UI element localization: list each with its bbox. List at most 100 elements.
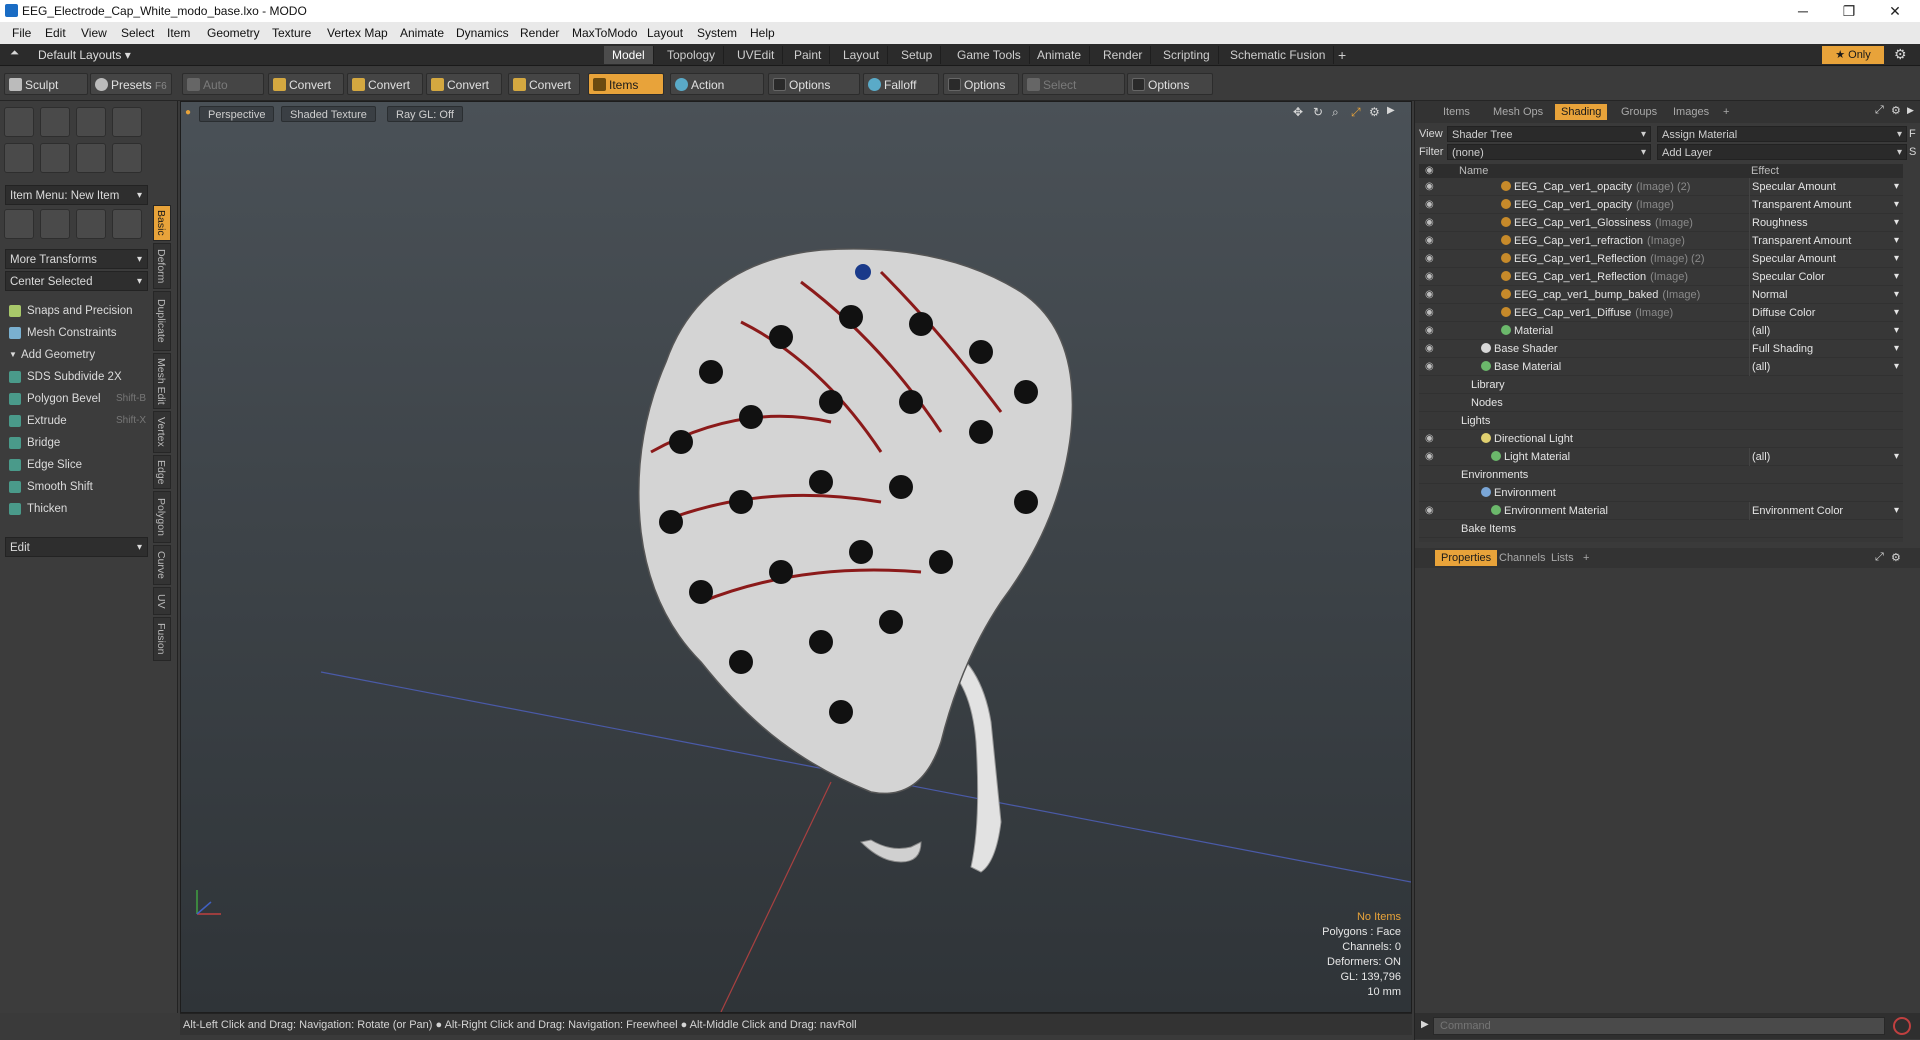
default-layouts-dropdown[interactable]: Default Layouts ▾ <box>38 48 131 62</box>
more-transforms-dropdown[interactable]: More Transforms <box>5 249 148 270</box>
visibility-eye-icon[interactable]: ◉ <box>1425 502 1437 520</box>
visibility-eye-icon[interactable]: ◉ <box>1425 268 1437 286</box>
add-layout-tab-button[interactable]: + <box>1330 46 1354 64</box>
expand-icon[interactable]: ⤢ <box>1875 104 1884 117</box>
add-geometry-section[interactable]: ▼ Add Geometry <box>5 345 148 365</box>
tab-images[interactable]: Images <box>1667 104 1715 120</box>
globe-icon[interactable] <box>76 209 106 239</box>
f-key-button[interactable]: F <box>1909 128 1916 140</box>
convert-items-button[interactable]: Convert <box>508 73 580 95</box>
select-options-button[interactable]: Options <box>1127 73 1213 95</box>
effect-column-header[interactable]: Effect <box>1751 164 1779 178</box>
menu-maxtomodo[interactable]: MaxToModo <box>572 26 637 40</box>
shader-tree-row[interactable]: ◉ Directional Light <box>1419 430 1903 448</box>
name-column-header[interactable]: Name <box>1459 164 1488 178</box>
visibility-eye-icon[interactable]: ◉ <box>1425 250 1437 268</box>
visibility-eye-icon[interactable]: ◉ <box>1425 358 1437 376</box>
panel-gear-icon[interactable]: ⚙ <box>1891 104 1901 117</box>
record-icon[interactable] <box>1893 1017 1911 1035</box>
visibility-eye-icon[interactable]: ◉ <box>1425 322 1437 340</box>
items-mode-button[interactable]: Items <box>588 73 664 95</box>
visibility-eye-icon[interactable]: ◉ <box>1425 448 1437 466</box>
tab-channels[interactable]: Channels <box>1493 550 1551 566</box>
presets-button[interactable]: Presets F6 <box>90 73 172 95</box>
tab-animate[interactable]: Animate <box>1029 46 1091 64</box>
vtab-basic[interactable]: Basic <box>153 205 171 241</box>
falloff-button[interactable]: Falloff <box>863 73 939 95</box>
tab-properties[interactable]: Properties <box>1435 550 1498 566</box>
menu-render[interactable]: Render <box>520 26 559 40</box>
bridge-button[interactable]: Bridge <box>5 433 148 453</box>
tab-items[interactable]: Items <box>1437 104 1476 120</box>
shader-tree-row[interactable]: Lights <box>1419 412 1903 430</box>
sds-subdivide-button[interactable]: SDS Subdivide 2X <box>5 367 148 387</box>
layer-effect-dropdown[interactable]: Transparent Amount <box>1749 196 1903 214</box>
shader-tree-row[interactable]: ◉ Base Shader Full Shading <box>1419 340 1903 358</box>
visibility-eye-icon[interactable]: ◉ <box>1425 214 1437 232</box>
snaps-precision-button[interactable]: Snaps and Precision <box>5 301 148 321</box>
panel-gear-icon[interactable]: ⚙ <box>1891 551 1901 564</box>
vtab-mesh-edit[interactable]: Mesh Edit <box>153 353 171 409</box>
command-input[interactable] <box>1433 1017 1885 1035</box>
tab-render[interactable]: Render <box>1095 46 1152 64</box>
tab-shading[interactable]: Shading <box>1555 104 1608 120</box>
add-bottom-tab-button[interactable]: + <box>1577 550 1595 566</box>
visibility-eye-icon[interactable]: ◉ <box>1425 178 1437 196</box>
panel-arrow-icon[interactable]: ▶ <box>1907 105 1914 116</box>
tab-lists[interactable]: Lists <box>1545 550 1580 566</box>
shader-tree-row[interactable]: Environments <box>1419 466 1903 484</box>
maximize-button[interactable]: ❐ <box>1826 0 1872 22</box>
sculpt-button[interactable]: Sculpt <box>4 73 88 95</box>
convert-polygons-button[interactable]: Convert <box>426 73 502 95</box>
vtab-polygon[interactable]: Polygon <box>153 491 171 543</box>
layer-effect-dropdown[interactable]: (all) <box>1749 358 1903 376</box>
shader-tree-row[interactable]: ◉ Base Material (all) <box>1419 358 1903 376</box>
only-toggle[interactable]: ★ Only <box>1822 46 1884 64</box>
edge-slice-button[interactable]: Edge Slice <box>5 455 148 475</box>
visibility-eye-icon[interactable]: ◉ <box>1425 196 1437 214</box>
visibility-eye-icon[interactable]: ◉ <box>1425 430 1437 448</box>
expand-icon[interactable]: ⤢ <box>1875 551 1884 564</box>
menu-dynamics[interactable]: Dynamics <box>456 26 509 40</box>
tab-layout[interactable]: Layout <box>835 46 889 64</box>
sphere-primitive-icon[interactable] <box>40 107 70 137</box>
shader-tree-row[interactable]: ◉ EEG_Cap_ver1_Reflection (Image) (2) Specu… <box>1419 250 1903 268</box>
menu-help[interactable]: Help <box>750 26 775 40</box>
tab-model[interactable]: Model <box>604 46 654 64</box>
vtab-duplicate[interactable]: Duplicate <box>153 291 171 351</box>
grid-icon[interactable] <box>40 209 70 239</box>
shader-tree-row[interactable]: ◉ EEG_Cap_ver1_opacity (Image) Transparent … <box>1419 196 1903 214</box>
menu-animate[interactable]: Animate <box>400 26 444 40</box>
tab-topology[interactable]: Topology <box>659 46 725 64</box>
shader-tree-row[interactable]: ◉ EEG_Cap_ver1_Reflection (Image) Specular … <box>1419 268 1903 286</box>
tab-scripting[interactable]: Scripting <box>1155 46 1219 64</box>
vtab-uv[interactable]: UV <box>153 587 171 615</box>
tab-uvedit[interactable]: UVEdit <box>729 46 784 64</box>
action-center-options-button[interactable]: Options <box>768 73 860 95</box>
vtab-edge[interactable]: Edge <box>153 455 171 489</box>
menu-texture[interactable]: Texture <box>272 26 311 40</box>
layer-effect-dropdown[interactable]: Transparent Amount <box>1749 232 1903 250</box>
layer-effect-dropdown[interactable]: (all) <box>1749 322 1903 340</box>
menu-edit[interactable]: Edit <box>45 26 66 40</box>
vtab-fusion[interactable]: Fusion <box>153 617 171 661</box>
shader-tree-row[interactable]: ◉ EEG_Cap_ver1_Glossiness (Image) Roughness <box>1419 214 1903 232</box>
tab-groups[interactable]: Groups <box>1615 104 1663 120</box>
torus-primitive-icon[interactable] <box>4 143 34 173</box>
minimize-button[interactable]: ─ <box>1780 0 1826 22</box>
tab-game-tools[interactable]: Game Tools <box>949 46 1030 64</box>
add-layer-dropdown[interactable]: Add Layer <box>1657 144 1907 161</box>
shader-tree-row[interactable]: ◉ EEG_Cap_ver1_Diffuse (Image) Diffuse Colo… <box>1419 304 1903 322</box>
layer-effect-dropdown[interactable]: Specular Amount <box>1749 250 1903 268</box>
tab-mesh-ops[interactable]: Mesh Ops <box>1487 104 1549 120</box>
polygon-bevel-button[interactable]: Polygon Bevel Shift-B <box>5 389 148 409</box>
center-selected-dropdown[interactable]: Center Selected <box>5 271 148 292</box>
visibility-eye-icon[interactable]: ◉ <box>1425 304 1437 322</box>
visibility-eye-icon[interactable]: ◉ <box>1425 340 1437 358</box>
3d-viewport[interactable]: ● Perspective Shaded Texture Ray GL: Off… <box>180 101 1412 1013</box>
transform-gizmo-icon[interactable] <box>4 209 34 239</box>
layer-effect-dropdown[interactable]: Specular Amount <box>1749 178 1903 196</box>
tab-setup[interactable]: Setup <box>893 46 942 64</box>
shader-tree-row[interactable]: Nodes <box>1419 394 1903 412</box>
layer-effect-dropdown[interactable]: Environment Color <box>1749 502 1903 520</box>
